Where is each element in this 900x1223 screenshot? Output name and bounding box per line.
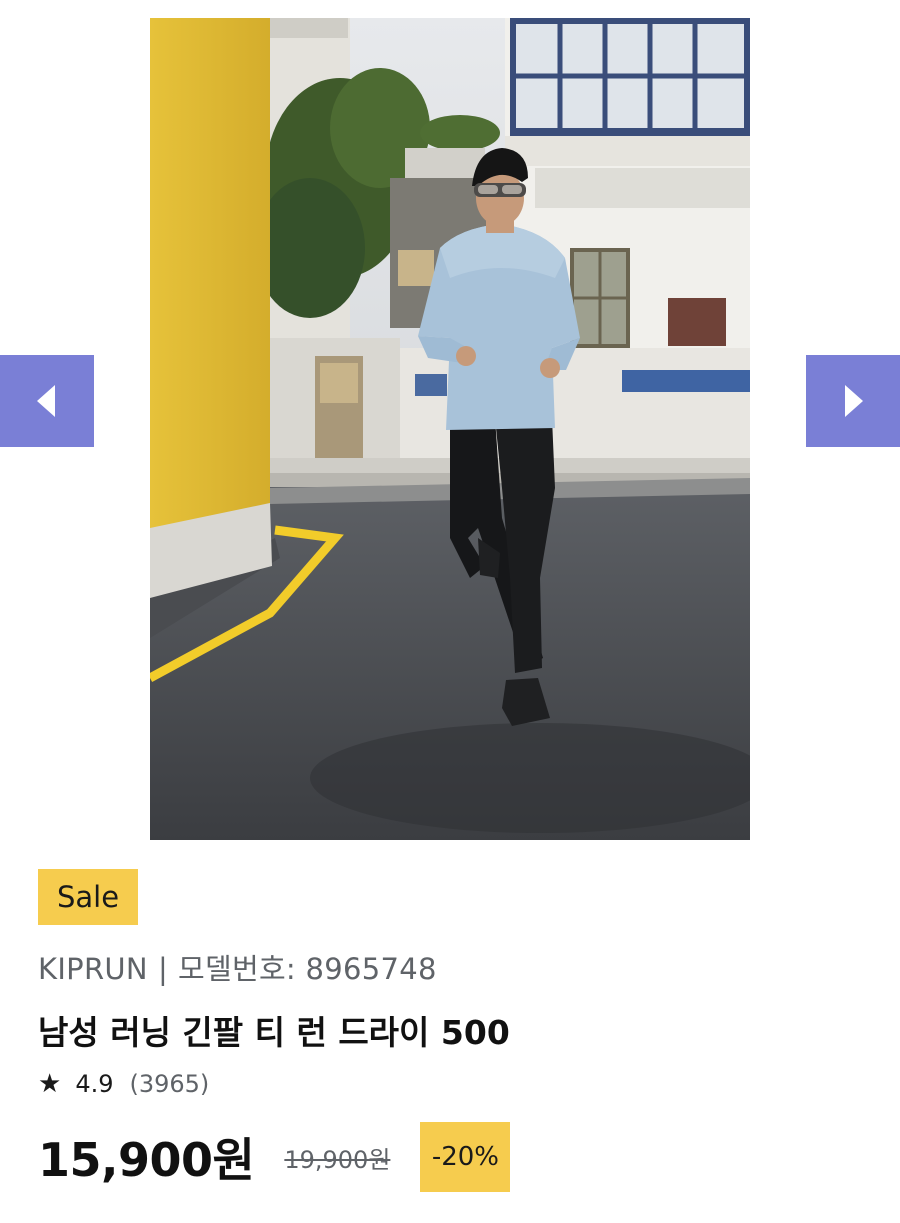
product-photo-illustration: [150, 18, 750, 840]
current-price: 15,900원: [38, 1133, 255, 1187]
price-row: 15,900원 19,900원 -20%: [38, 1122, 511, 1192]
product-rating[interactable]: ★ 4.9 (3965): [38, 1069, 209, 1099]
product-image-gallery: [0, 0, 900, 860]
meta-separator: |: [157, 952, 169, 986]
next-image-button[interactable]: [806, 355, 900, 447]
chevron-left-icon: [37, 385, 55, 417]
model-number: 모델번호: 8965748: [178, 952, 437, 986]
rating-score: 4.9: [75, 1070, 114, 1098]
previous-image-button[interactable]: [0, 355, 94, 447]
review-count[interactable]: (3965): [129, 1070, 209, 1098]
product-photo[interactable]: [150, 18, 750, 840]
product-title: 남성 러닝 긴팔 티 런 드라이 500: [38, 1013, 510, 1052]
sale-badge-label: Sale: [57, 880, 120, 914]
brand-name[interactable]: KIPRUN: [38, 952, 148, 986]
discount-badge: -20%: [420, 1122, 511, 1192]
original-price: 19,900원: [284, 1145, 391, 1174]
chevron-right-icon: [845, 385, 863, 417]
product-meta: KIPRUN | 모델번호: 8965748: [38, 946, 437, 988]
sale-badge: Sale: [38, 869, 139, 925]
star-icon: ★: [38, 1069, 62, 1099]
